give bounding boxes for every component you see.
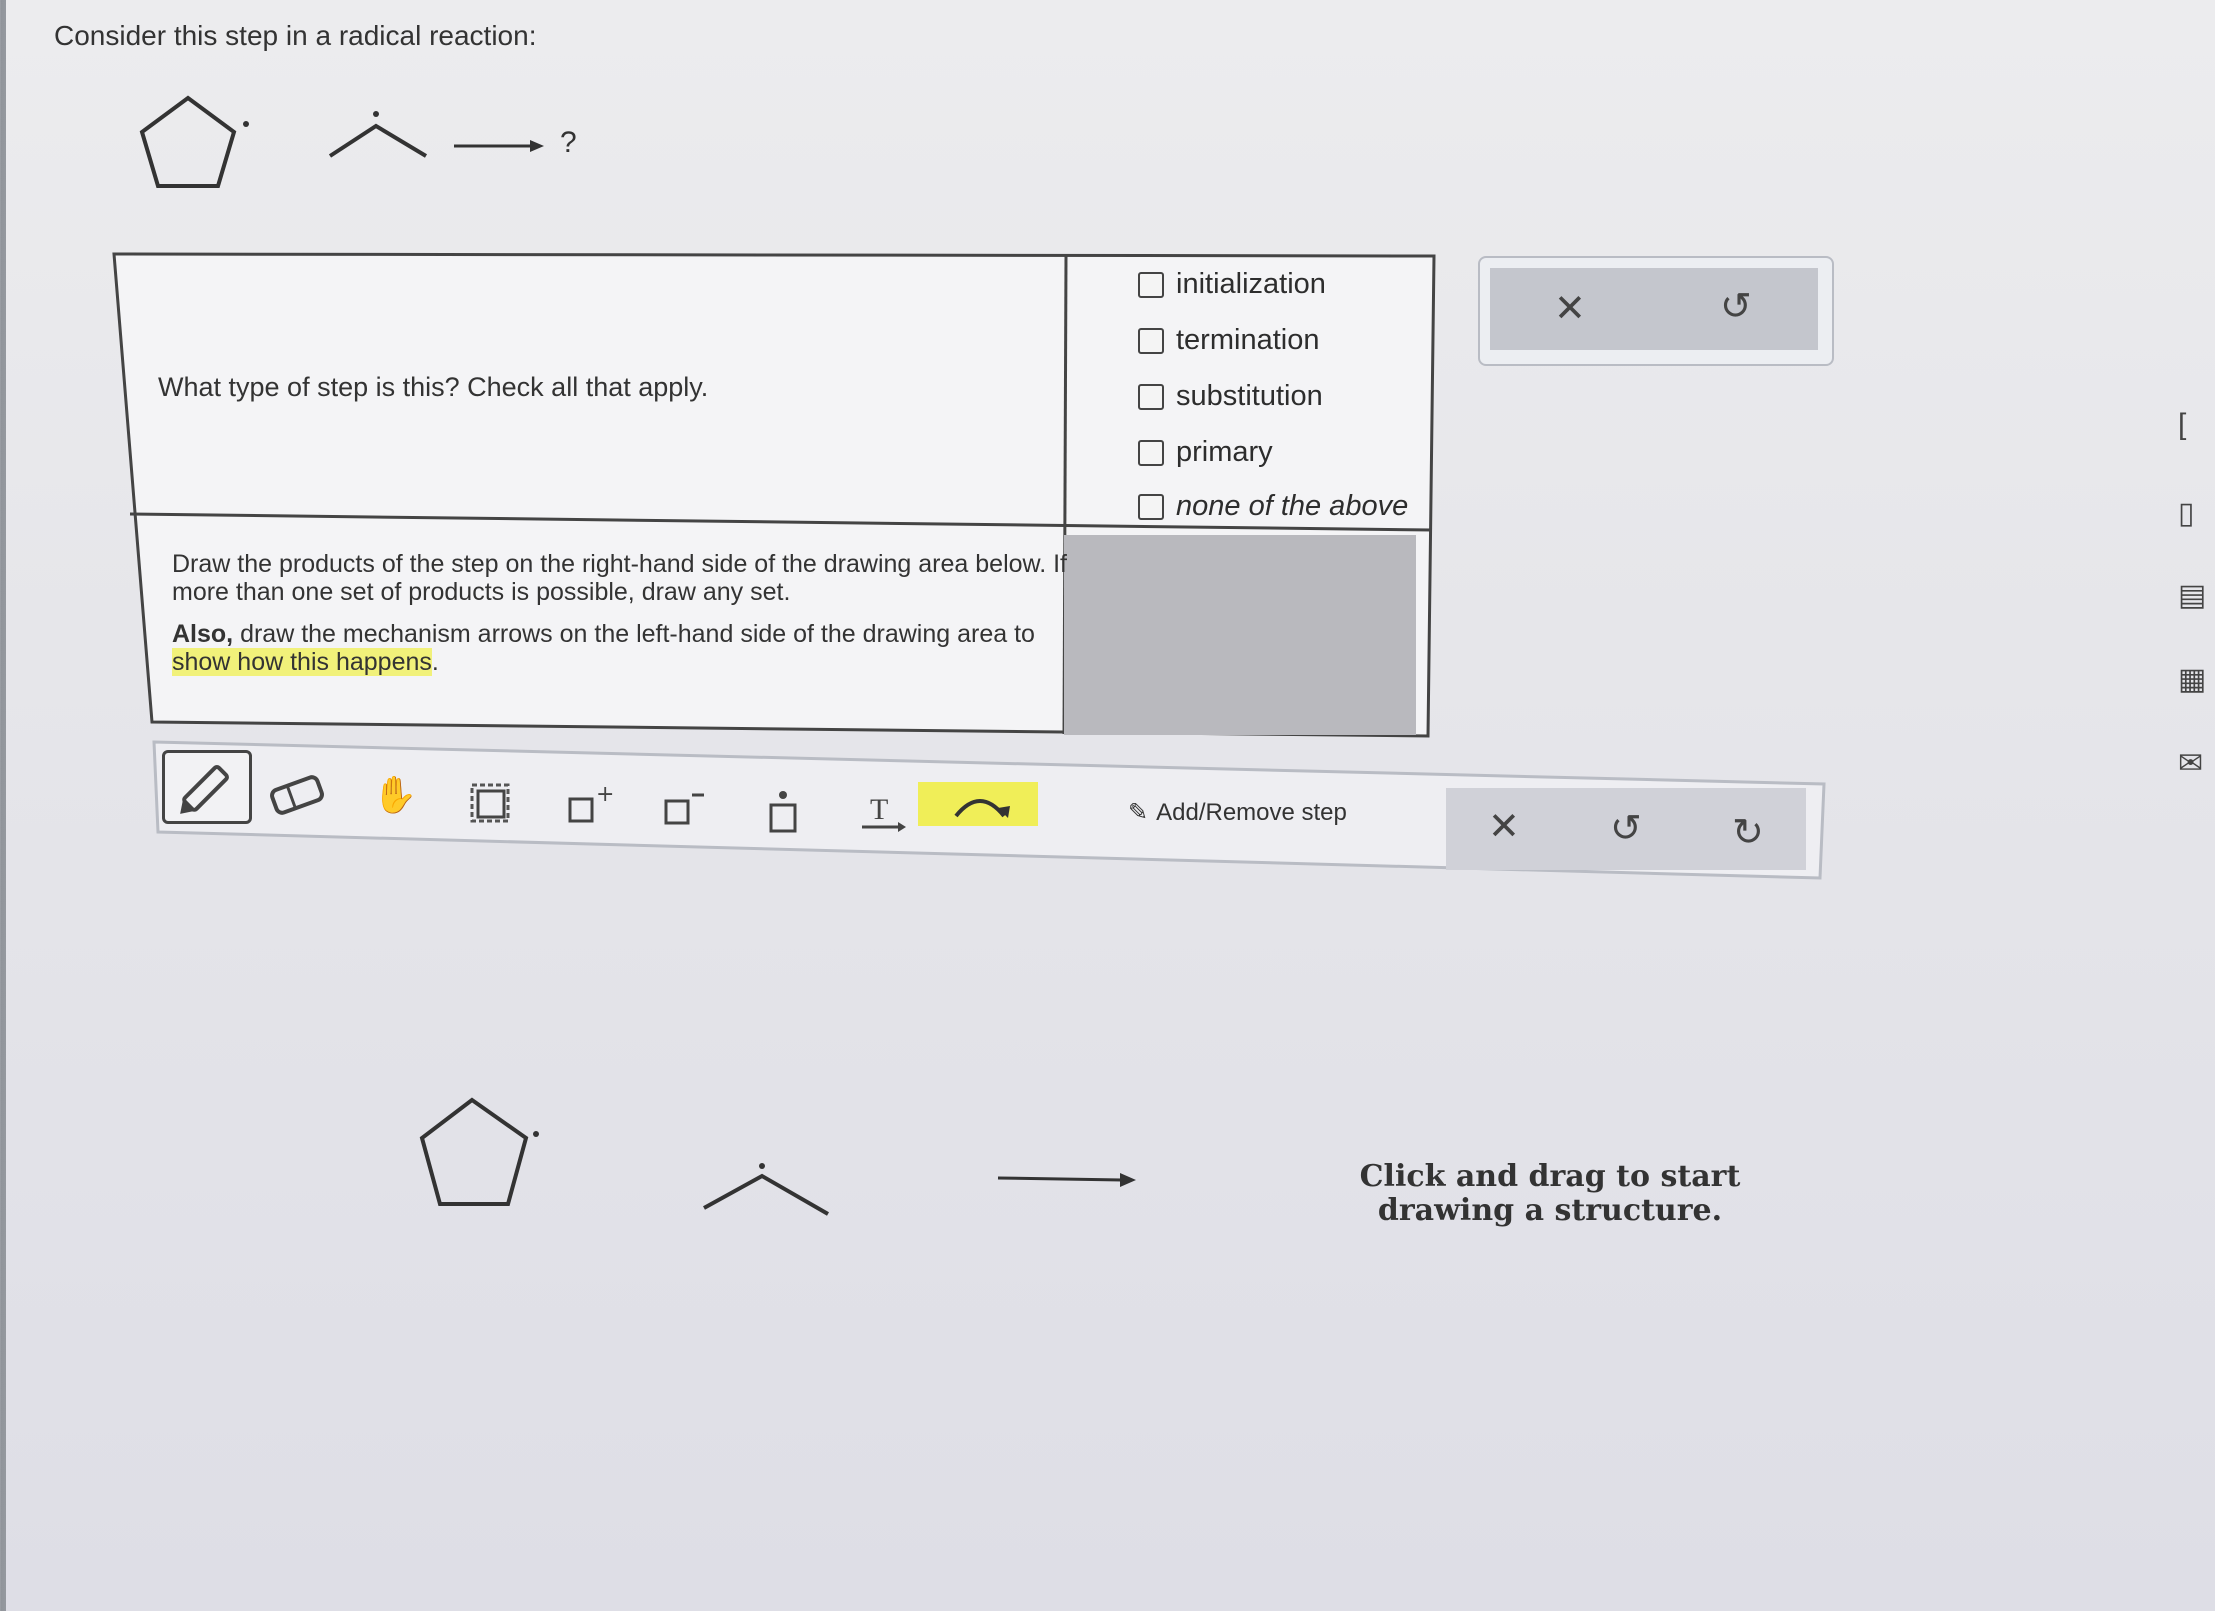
- option-initialization[interactable]: initialization: [1138, 268, 1326, 301]
- periodic-table-icon[interactable]: ▦: [2178, 662, 2215, 702]
- lone-pair-icon: [769, 791, 797, 833]
- svg-text:+: +: [596, 782, 614, 807]
- edit-icon: ✎: [1128, 799, 1149, 826]
- instruction-text: draw the mechanism arrows on the left-ha…: [233, 620, 1035, 648]
- add-remove-step-button[interactable]: ✎ Add/Remove step: [1128, 798, 1347, 827]
- calculator-icon[interactable]: ▯: [2178, 496, 2215, 536]
- select-tool-button[interactable]: [455, 768, 525, 838]
- also-label: Also,: [172, 620, 234, 648]
- drawing-canvas[interactable]: [140, 880, 1840, 1600]
- checkbox[interactable]: [1138, 493, 1164, 520]
- instruction-products: Draw the products of the step on the rig…: [172, 550, 1067, 606]
- undo-answer-button[interactable]: ↺: [1720, 284, 1752, 329]
- increase-charge-button[interactable]: +: [556, 772, 626, 842]
- instruction-end: .: [431, 648, 439, 676]
- checkbox[interactable]: [1138, 271, 1164, 298]
- instruction-mechanism: Also, draw the mechanism arrows on the l…: [172, 620, 1072, 676]
- hand-tool-button[interactable]: ✋: [360, 760, 430, 830]
- answer-controls: [1490, 268, 1818, 350]
- option-label: none of the above: [1176, 490, 1409, 522]
- add-remove-step-label: Add/Remove step: [1156, 798, 1347, 826]
- eraser-icon: [270, 775, 324, 815]
- option-none-of-the-above[interactable]: none of the above: [1138, 490, 1408, 523]
- product-placeholder: ?: [560, 126, 577, 159]
- eraser-tool-button[interactable]: [262, 760, 332, 830]
- text-icon: T: [862, 793, 906, 832]
- checkbox[interactable]: [1138, 439, 1164, 466]
- canvas-reaction-arrow: [997, 1173, 1136, 1187]
- cyclopentyl-radical-structure: [139, 95, 249, 188]
- canvas-hint: Click and drag to start drawing a struct…: [1359, 1159, 1741, 1228]
- clear-canvas-button[interactable]: ✕: [1488, 804, 1520, 849]
- option-label: initialization: [1176, 268, 1326, 300]
- pencil-tool-button[interactable]: [162, 750, 252, 824]
- checkbox[interactable]: [1138, 383, 1164, 410]
- step-type-question: What type of step is this? Check all tha…: [158, 372, 709, 402]
- drawing-instructions: Draw the products of the step on the rig…: [172, 550, 1072, 690]
- option-label: primary: [1176, 436, 1273, 468]
- checkbox[interactable]: [1138, 327, 1164, 354]
- mail-icon[interactable]: ✉: [2178, 746, 2215, 786]
- isopropyl-radical-structure: [328, 111, 428, 158]
- decrease-charge-button[interactable]: [652, 774, 722, 844]
- redo-button[interactable]: ↻: [1732, 810, 1764, 855]
- decrease-charge-icon: [664, 793, 704, 825]
- lone-pair-button[interactable]: [748, 778, 818, 848]
- option-primary[interactable]: primary: [1138, 436, 1273, 469]
- hand-icon: ✋: [372, 774, 418, 815]
- reference-icon[interactable]: ▤: [2178, 578, 2215, 618]
- canvas-cyclopentyl-radical: [419, 1097, 539, 1206]
- question-prompt: Consider this step in a radical reaction…: [54, 20, 537, 51]
- clear-answer-button[interactable]: ✕: [1554, 286, 1586, 331]
- canvas-isopropyl-radical: [703, 1163, 829, 1216]
- option-substitution[interactable]: substitution: [1138, 380, 1323, 413]
- answer-cell-disabled: [1064, 535, 1416, 735]
- bracket-icon[interactable]: [: [2178, 408, 2215, 448]
- text-tool-button[interactable]: T: [848, 780, 918, 850]
- option-termination[interactable]: termination: [1138, 324, 1319, 357]
- curved-arrow-icon: [954, 799, 1010, 818]
- increase-charge-icon: +: [568, 782, 614, 823]
- pencil-icon: [180, 765, 229, 814]
- option-label: termination: [1176, 324, 1320, 356]
- curved-arrow-tool-button[interactable]: [918, 782, 1038, 826]
- option-label: substitution: [1176, 380, 1323, 412]
- select-box-icon: [470, 783, 510, 823]
- svg-text:T: T: [870, 793, 888, 826]
- reaction-arrow: [454, 140, 544, 152]
- undo-button[interactable]: ↺: [1610, 806, 1642, 851]
- highlighted-text: show how this happens: [172, 648, 432, 676]
